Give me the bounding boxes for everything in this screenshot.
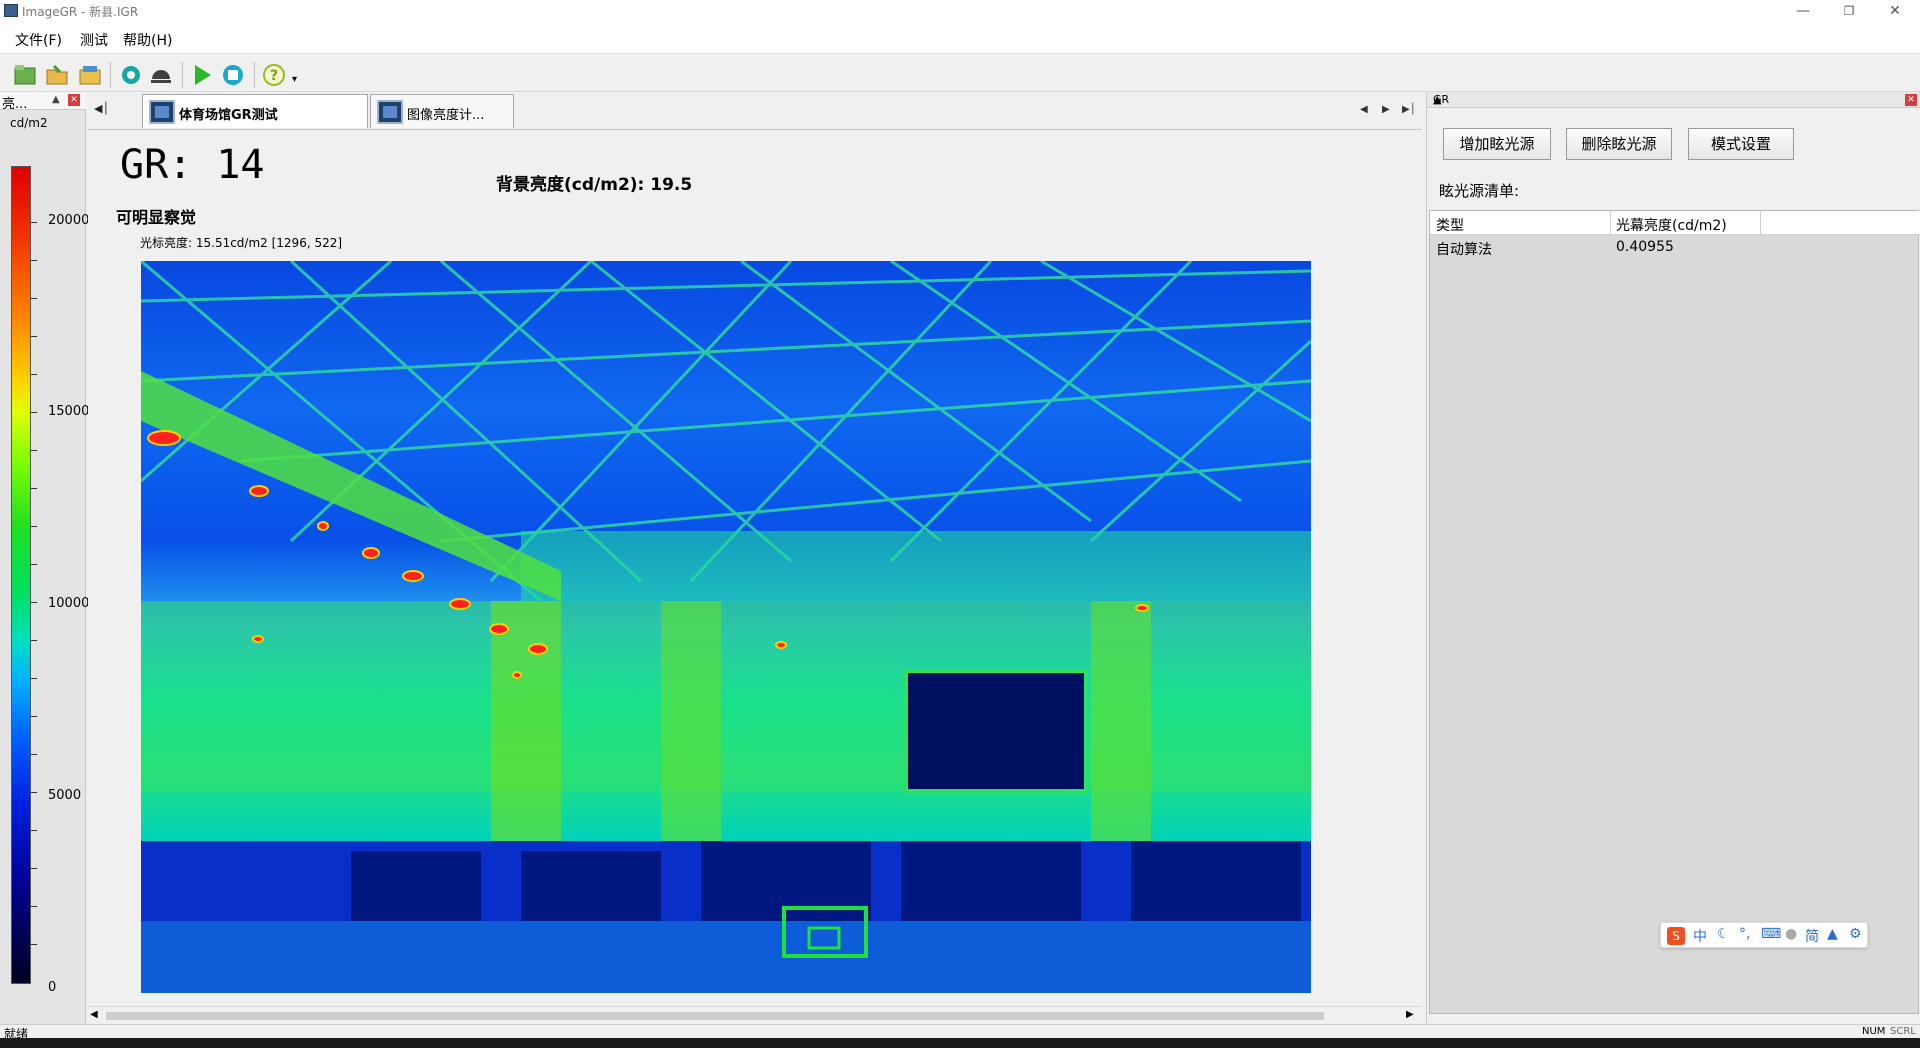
scale-label: 5000 [48,788,82,803]
punctuation-icon[interactable]: °, [1739,926,1750,942]
tab-label: 图像亮度计... [407,108,485,123]
ime-toolbar: S 中 ☾ °, ⌨ ● 简 ▲ ⚙ [1660,922,1868,948]
open-folder-icon[interactable] [44,62,70,88]
close-window-button[interactable]: ✕ [1872,0,1918,22]
scroll-left-icon[interactable]: ◀ [90,1009,98,1020]
delete-glare-source-button[interactable]: 删除眩光源 [1566,128,1672,160]
luminance-scale-panel: 亮... ▲ ✕ cd/m2 20000 15000 10000 5000 0 [0,92,90,1024]
gr-panel-header: GR ▲ ✕ [1427,92,1920,108]
document-area: ◀│ 体育场馆GR测试 图像亮度计... ◀ ▶ ▶│ GR: 14 背景亮度(… [88,92,1422,1024]
luminance-panel-title: 亮... [2,97,28,112]
luminance-panel-header: 亮... ▲ ✕ [0,92,86,112]
close-icon[interactable]: ✕ [1905,94,1917,106]
scroll-right-icon[interactable]: ▶ [1406,1009,1414,1020]
taskbar [0,1038,1920,1048]
glare-verdict: 可明显察觉 [116,208,197,227]
add-glare-source-button[interactable]: 增加眩光源 [1443,128,1551,160]
tab-next-icon[interactable]: ▶ [1382,104,1390,115]
pin-icon[interactable]: ▲ [52,94,60,105]
tab-first-icon[interactable]: ◀│ [94,102,109,115]
glare-list-label: 眩光源清单: [1439,182,1520,200]
menu-file[interactable]: 文件(F) [15,30,62,50]
svg-text:?: ? [270,68,278,84]
settings-icon[interactable] [118,62,144,88]
cursor-luminance: 光标亮度: 15.51cd/m2 [1296, 522] [140,236,343,250]
new-file-icon[interactable] [12,62,38,88]
help-icon[interactable]: ? [261,62,287,88]
app-icon [4,4,18,17]
num-lock-indicator: NUM [1862,1026,1886,1037]
column-header-type[interactable]: 类型 [1436,215,1464,235]
scale-label: 20000 [48,213,90,228]
document-icon [149,100,175,124]
document-icon [377,100,403,124]
window-title: ImageGR - 新县.IGR [22,5,139,19]
restore-button[interactable]: ❐ [1826,0,1872,22]
glare-source-table: 类型 光幕亮度(cd/m2) 自动算法 0.40955 [1429,210,1920,1014]
scrollbar-thumb[interactable] [106,1012,1324,1020]
tab-image-luminance[interactable]: 图像亮度计... [370,94,514,128]
save-icon[interactable] [77,62,103,88]
stop-icon[interactable] [220,62,246,88]
keyboard-icon[interactable]: ⌨ [1761,926,1781,942]
scroll-lock-indicator: SCRL [1890,1026,1916,1037]
close-icon[interactable]: ✕ [68,94,80,106]
ime-logo-icon[interactable]: S [1667,927,1685,945]
gear-icon[interactable]: ⚙ [1849,926,1862,942]
minimize-button[interactable]: — [1780,0,1826,22]
menu-bar: 文件(F) 测试 帮助(H) [0,22,1920,54]
luminance-image[interactable] [141,261,1311,993]
pin-icon[interactable]: ▲ [1433,93,1441,106]
column-header-veiling-luminance[interactable]: 光幕亮度(cd/m2) [1616,215,1727,235]
ime-language-toggle[interactable]: 中 [1693,926,1707,946]
unit-label: cd/m2 [10,116,48,130]
table-cell-luminance[interactable]: 0.40955 [1616,239,1674,255]
scale-label: 10000 [48,596,90,611]
gr-panel: GR ▲ ✕ 增加眩光源 删除眩光源 模式设置 眩光源清单: 类型 光幕亮度(c… [1426,92,1920,1024]
toolbar: ? ▾ [0,54,1920,92]
table-header: 类型 光幕亮度(cd/m2) [1430,211,1920,235]
skin-icon[interactable]: ▲ [1827,926,1838,942]
horizontal-scrollbar[interactable]: ◀ ▶ [88,1006,1422,1024]
mode-settings-button[interactable]: 模式设置 [1688,128,1794,160]
moon-icon[interactable]: ☾ [1717,926,1730,942]
color-scale-bar [11,166,31,984]
menu-test[interactable]: 测试 [80,30,108,50]
gr-value: GR: 14 [120,142,265,188]
scale-label: 0 [48,980,57,995]
status-bar: 就绪 NUM SCRL [0,1024,1920,1041]
tab-bar: ◀│ 体育场馆GR测试 图像亮度计... ◀ ▶ ▶│ [88,92,1422,130]
title-bar: ImageGR - 新县.IGR — ❐ ✕ [0,0,1920,22]
tab-last-icon[interactable]: ▶│ [1402,104,1416,115]
tab-prev-icon[interactable]: ◀ [1360,104,1368,115]
table-cell-type[interactable]: 自动算法 [1436,239,1492,259]
chevron-down-icon[interactable]: ▾ [292,74,297,85]
tab-label: 体育场馆GR测试 [179,108,278,123]
ime-simplified-toggle[interactable]: 简 [1805,926,1819,946]
tab-stadium-gr-test[interactable]: 体育场馆GR测试 [142,94,368,128]
play-icon[interactable] [189,62,215,88]
menu-help[interactable]: 帮助(H) [123,30,172,50]
user-icon[interactable]: ● [1785,926,1797,942]
background-luminance: 背景亮度(cd/m2): 19.5 [496,175,693,195]
capture-icon[interactable] [148,62,174,88]
scale-label: 15000 [48,404,90,419]
